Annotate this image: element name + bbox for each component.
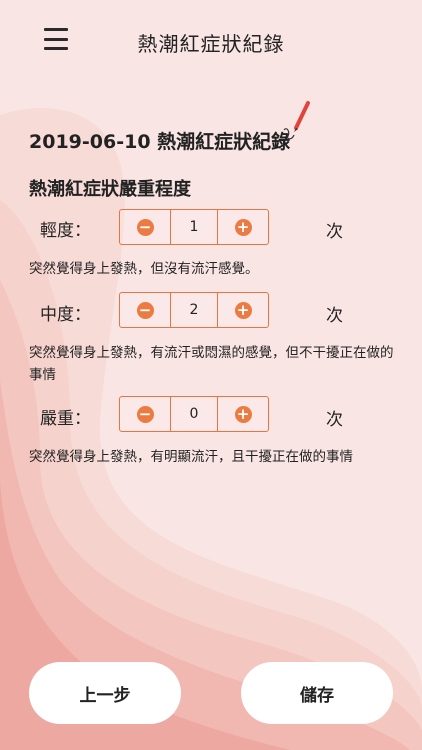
mild-unit: 次 (326, 222, 343, 242)
plus-icon: + (234, 218, 252, 236)
mild-description: 突然覺得身上發熱，但沒有流汗感覺。 (29, 261, 259, 277)
mild-count-value: 1 (189, 219, 199, 235)
mild-label: 輕度： (40, 221, 91, 241)
severe-stepper: − 0 + (119, 396, 269, 432)
severe-count-value: 0 (189, 406, 199, 422)
severe-decrement-button[interactable]: − (120, 397, 171, 431)
severity-section-title: 熱潮紅症狀嚴重程度 (29, 179, 191, 200)
mild-increment-button[interactable]: + (217, 210, 268, 244)
moderate-stepper: − 2 + (119, 292, 269, 328)
mild-stepper: − 1 + (119, 209, 269, 245)
minus-icon: − (136, 218, 154, 236)
record-heading: 2019-06-10 熱潮紅症狀紀錄 (29, 131, 291, 153)
minus-icon: − (136, 301, 154, 319)
severe-label: 嚴重： (40, 409, 91, 429)
minus-icon: − (136, 405, 154, 423)
plus-icon: + (234, 301, 252, 319)
moderate-increment-button[interactable]: + (217, 293, 268, 327)
severe-increment-button[interactable]: + (217, 397, 268, 431)
moderate-count-value: 2 (189, 302, 199, 318)
severe-unit: 次 (326, 410, 343, 430)
previous-step-button[interactable]: 上一步 (29, 662, 181, 724)
moderate-description: 突然覺得身上發熱，有流汗或悶濕的感覺，但不干擾正在做的事情 (29, 345, 394, 383)
save-button[interactable]: 儲存 (241, 662, 393, 724)
moderate-unit: 次 (326, 306, 343, 326)
mild-decrement-button[interactable]: − (120, 210, 171, 244)
severe-description: 突然覺得身上發熱，有明顯流汗，且干擾正在做的事情 (29, 449, 353, 465)
pencil-icon[interactable] (280, 100, 316, 144)
plus-icon: + (234, 405, 252, 423)
moderate-label: 中度： (40, 305, 91, 325)
page-title: 熱潮紅症狀紀錄 (137, 32, 285, 56)
moderate-decrement-button[interactable]: − (120, 293, 171, 327)
